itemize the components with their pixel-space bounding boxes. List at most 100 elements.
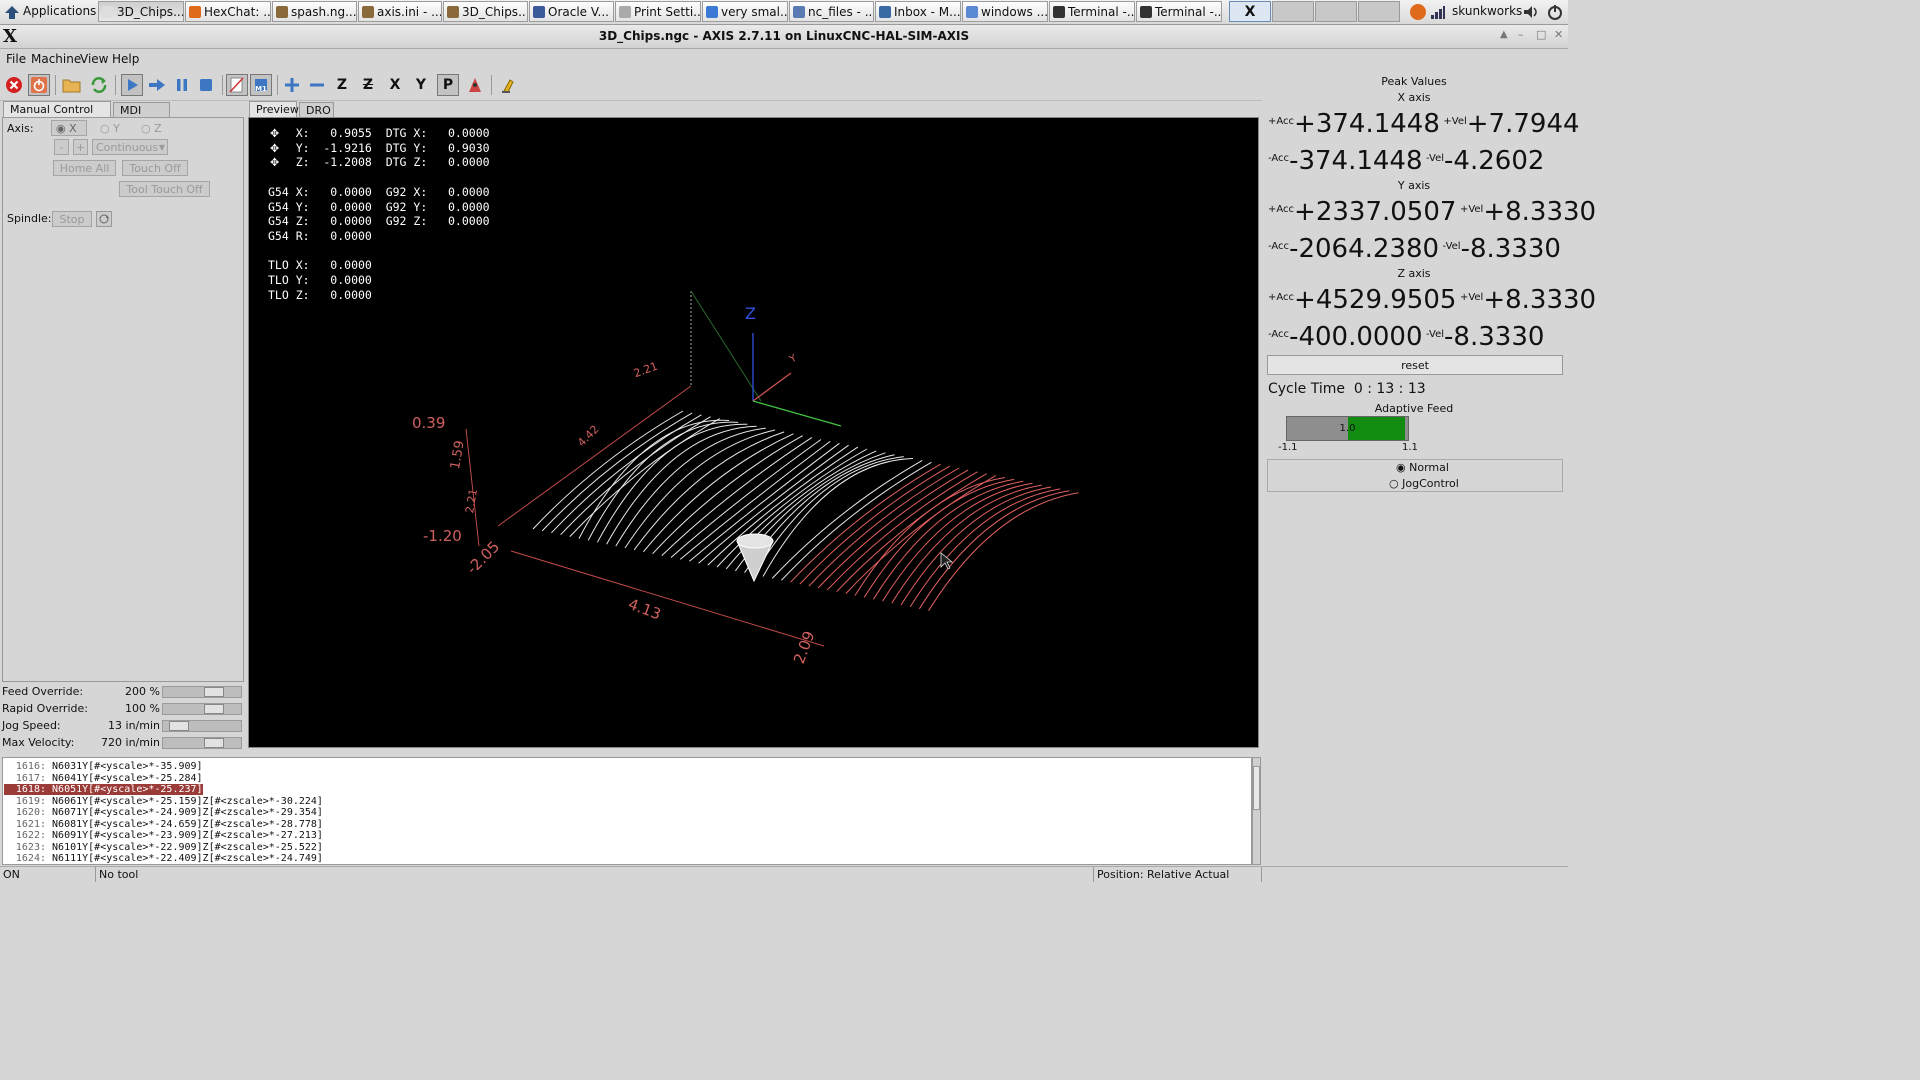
task-nc-files[interactable]: nc_files - ...	[789, 1, 874, 22]
window-titlebar[interactable]: X 3D_Chips.ngc - AXIS 2.7.11 on LinuxCNC…	[0, 25, 1568, 49]
task-3d-chips-2[interactable]: 3D_Chips...	[443, 1, 528, 22]
menu-help[interactable]: Help	[112, 52, 139, 66]
run-icon[interactable]	[121, 74, 143, 96]
task-print-settings[interactable]: Print Setti...	[615, 1, 701, 22]
spindle-stop-button[interactable]: Stop	[52, 211, 92, 227]
block-delete-icon[interactable]	[226, 74, 248, 96]
shade-icon[interactable]: ▲	[1500, 29, 1508, 40]
open-file-icon[interactable]	[61, 74, 83, 96]
estop-icon[interactable]	[3, 74, 25, 96]
stop-icon[interactable]	[195, 74, 217, 96]
reload-icon[interactable]	[88, 74, 110, 96]
tab-dro[interactable]: DRO	[299, 102, 334, 118]
adaptive-feed-label: Adaptive Feed	[1374, 402, 1454, 415]
task-hexchat[interactable]: HexChat: ...	[185, 1, 271, 22]
power-icon[interactable]	[1546, 3, 1564, 21]
task-windows[interactable]: windows ...	[962, 1, 1048, 22]
task-oracle-vm[interactable]: Oracle V...	[529, 1, 614, 22]
step-icon[interactable]	[146, 74, 168, 96]
current-gcode-line[interactable]: 1618: N6051Y[#<yscale>*-25.237]	[4, 784, 203, 795]
task-terminal-1[interactable]: Terminal -...	[1049, 1, 1135, 22]
task-spash[interactable]: spash.ng...	[272, 1, 357, 22]
tab-preview[interactable]: Preview	[249, 101, 299, 117]
gcode-line[interactable]: 1619: N6061Y[#<yscale>*-25.159]Z[#<zscal…	[4, 796, 323, 807]
gcode-line[interactable]: 1616: N6031Y[#<yscale>*-35.909]	[4, 761, 203, 772]
view-y-icon[interactable]: Y	[410, 74, 432, 96]
menu-view[interactable]: View	[80, 52, 108, 66]
task-very-small[interactable]: very smal...	[702, 1, 788, 22]
gcode-line[interactable]: 1617: N6041Y[#<yscale>*-25.284]	[4, 773, 203, 784]
jog-mode-select[interactable]: Continuous ▼	[92, 139, 168, 155]
gcode-line[interactable]: 1622: N6091Y[#<yscale>*-23.909]Z[#<zscal…	[4, 830, 323, 841]
slider-thumb[interactable]	[204, 738, 224, 748]
jog-plus-button[interactable]: +	[73, 139, 88, 155]
jog-minus-button[interactable]: -	[54, 139, 69, 155]
close-icon[interactable]: ✕	[1554, 28, 1563, 41]
view-p-icon[interactable]: P	[437, 74, 459, 96]
line-text: N6111Y[#<yscale>*-22.409]Z[#<zscale>*-24…	[52, 853, 323, 864]
volume-icon[interactable]	[1522, 3, 1540, 21]
machine-power-icon[interactable]	[28, 74, 50, 96]
touch-off-button[interactable]: Touch Off	[122, 160, 188, 176]
rapid-override-value: 100 %	[125, 702, 160, 715]
axis-title-0: X axis	[1397, 91, 1431, 104]
scrollbar-thumb[interactable]	[1253, 766, 1260, 810]
zoom-in-icon[interactable]	[281, 74, 303, 96]
reset-button[interactable]: reset	[1267, 355, 1563, 375]
workspace-1[interactable]: X	[1229, 1, 1271, 22]
gcode-line[interactable]: 1624: N6111Y[#<yscale>*-22.409]Z[#<zscal…	[4, 853, 323, 864]
gcode-listing[interactable]: 1616: N6031Y[#<yscale>*-35.909] 1617: N60…	[2, 757, 1252, 865]
axis-y-radio[interactable]: ○ Y	[100, 122, 120, 135]
maximize-icon[interactable]: □	[1536, 28, 1546, 41]
max-velocity-slider[interactable]	[162, 737, 242, 749]
axis-z-radio[interactable]: ○ Z	[141, 122, 162, 135]
mode-normal-radio[interactable]: ◉ Normal	[1396, 461, 1449, 474]
workspace-2[interactable]	[1272, 1, 1314, 22]
slider-thumb[interactable]	[204, 687, 224, 697]
axis-x-radio[interactable]: ◉ X	[51, 120, 87, 136]
position-mode: Position: Relative Actual	[1094, 867, 1262, 882]
menu-file[interactable]: File	[6, 52, 26, 66]
clear-plot-icon[interactable]	[498, 74, 520, 96]
task-terminal-2[interactable]: Terminal -...	[1136, 1, 1222, 22]
vel-label: +Vel	[1459, 292, 1484, 303]
tab-manual-control[interactable]: Manual Control [F3]	[3, 101, 111, 132]
task-3d-chips[interactable]: 3D_Chips...	[98, 1, 184, 22]
home-all-button[interactable]: Home All	[53, 160, 116, 176]
menu-machine[interactable]: Machine	[31, 52, 81, 66]
workspace-4[interactable]	[1358, 1, 1400, 22]
mode-group: ◉ Normal ○ JogControl	[1267, 459, 1563, 492]
rotate-view-icon[interactable]	[464, 74, 486, 96]
pause-icon[interactable]	[171, 74, 193, 96]
network-signal-icon[interactable]	[1430, 4, 1446, 20]
jog-speed-slider[interactable]	[162, 720, 242, 732]
axis-title-2: Z axis	[1397, 267, 1431, 280]
tool-touch-off-button[interactable]: Tool Touch Off	[119, 181, 210, 197]
peak-values-panel: Peak Values X axis +Acc+374.1448 +Vel+7.7…	[1264, 71, 1596, 866]
view-z-icon[interactable]: Z	[331, 74, 353, 96]
hexchat-tray-icon[interactable]	[1410, 4, 1426, 20]
task-inbox[interactable]: Inbox - M...	[875, 1, 961, 22]
slider-thumb[interactable]	[204, 704, 224, 714]
optional-stop-icon[interactable]: M1	[250, 74, 272, 96]
gcode-line[interactable]: 1623: N6101Y[#<yscale>*-22.909]Z[#<zscal…	[4, 842, 323, 853]
workspace-3[interactable]	[1315, 1, 1357, 22]
feed-override-slider[interactable]	[162, 686, 242, 698]
applications-menu[interactable]: Applications	[23, 4, 96, 18]
gcode-scrollbar[interactable]	[1252, 757, 1261, 865]
mode-jog-radio[interactable]: ○ JogControl	[1389, 477, 1459, 490]
axis-title-1: Y axis	[1397, 179, 1431, 192]
hexchat-icon	[189, 6, 201, 18]
gcode-line[interactable]: 1621: N6081Y[#<yscale>*-24.659]Z[#<zscal…	[4, 819, 323, 830]
tab-mdi[interactable]: MDI [F5]	[113, 102, 170, 133]
slider-thumb[interactable]	[169, 721, 189, 731]
spindle-direction-icon[interactable]	[96, 211, 112, 227]
view-x-icon[interactable]: X	[384, 74, 406, 96]
task-axis-ini[interactable]: axis.ini - ...	[358, 1, 442, 22]
applications-menu-icon[interactable]	[3, 3, 21, 21]
rapid-override-slider[interactable]	[162, 703, 242, 715]
zoom-out-icon[interactable]	[306, 74, 328, 96]
view-z2-icon[interactable]: Z	[357, 74, 379, 96]
gcode-line[interactable]: 1620: N6071Y[#<yscale>*-24.909]Z[#<zscal…	[4, 807, 323, 818]
minimize-icon[interactable]: –	[1518, 28, 1524, 41]
